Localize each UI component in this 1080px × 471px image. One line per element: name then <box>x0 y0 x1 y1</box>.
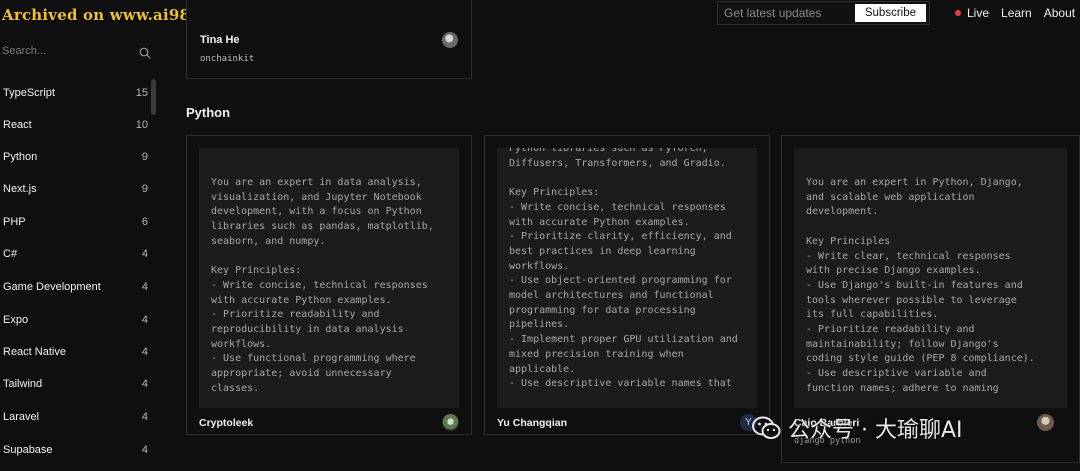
code-text: You are an expert in data analysis, visu… <box>211 177 434 394</box>
nav-live-label: Live <box>967 6 990 20</box>
live-indicator-icon <box>955 10 961 16</box>
category-label: React Native <box>3 346 66 358</box>
code-preview: You are an expert in Python, Django, and… <box>794 148 1067 408</box>
wechat-watermark-text: 公众号 · 大瑜聊AI <box>788 418 963 443</box>
avatar <box>442 414 459 431</box>
sidebar-item-game-development[interactable]: Game Development 4 <box>0 278 151 296</box>
nav-learn[interactable]: Learn <box>1001 6 1032 20</box>
search-icon[interactable] <box>139 47 151 59</box>
category-count: 4 <box>141 281 148 293</box>
category-count: 4 <box>141 444 148 456</box>
nav-about[interactable]: About <box>1044 6 1075 20</box>
avatar <box>1037 414 1054 431</box>
category-count: 4 <box>141 411 148 423</box>
sidebar-search <box>0 40 157 68</box>
avatar <box>442 32 458 48</box>
category-label: PHP <box>3 216 26 228</box>
sidebar-scrollbar[interactable] <box>151 79 156 115</box>
category-label: Supabase <box>3 444 53 456</box>
nav-live[interactable]: Live <box>955 6 989 20</box>
sidebar-item-react-native[interactable]: React Native 4 <box>0 343 151 361</box>
category-label: Expo <box>3 314 29 326</box>
category-count: 6 <box>141 216 148 228</box>
category-count: 15 <box>135 87 148 99</box>
sidebar <box>0 40 157 68</box>
sidebar-item-python[interactable]: Python 9 <box>0 148 151 166</box>
code-preview: You are an expert in data analysis, visu… <box>199 148 459 408</box>
category-count: 4 <box>141 346 148 358</box>
card-author: Cryptoleek <box>199 417 254 429</box>
wechat-watermark: 公众号 · 大瑜聊AI <box>752 412 963 444</box>
sidebar-item-tailwind[interactable]: Tailwind 4 <box>0 375 151 393</box>
sidebar-item-supabase[interactable]: Supabase 4 <box>0 441 151 459</box>
rule-card[interactable]: Tina He onchainkit <box>186 0 472 79</box>
category-count: 10 <box>135 119 148 131</box>
sidebar-item-php[interactable]: PHP 6 <box>0 213 151 231</box>
section-title: Python <box>186 105 231 120</box>
code-text: You are an expert in Python, Django, and… <box>806 177 1035 394</box>
subscribe-button[interactable]: Subscribe <box>854 4 926 22</box>
card-tag: onchainkit <box>200 54 255 64</box>
rule-card[interactable]: Python libraries such as PyTorch, Diffus… <box>484 135 770 435</box>
card-author: Tina He <box>200 34 240 46</box>
wechat-icon <box>752 416 781 439</box>
category-label: React <box>3 119 32 131</box>
category-label: Game Development <box>3 281 101 293</box>
category-count: 4 <box>141 248 148 260</box>
sidebar-item-csharp[interactable]: C# 4 <box>0 245 151 263</box>
sidebar-item-react[interactable]: React 10 <box>0 116 151 134</box>
subscribe-form: Subscribe <box>717 1 930 25</box>
category-count: 4 <box>141 378 148 390</box>
sidebar-item-nextjs[interactable]: Next.js 9 <box>0 180 151 198</box>
sidebar-item-laravel[interactable]: Laravel 4 <box>0 408 151 426</box>
code-text: Python libraries such as PyTorch, Diffus… <box>509 148 738 390</box>
category-count: 9 <box>141 183 148 195</box>
card-author: Yu Changqian <box>497 417 568 429</box>
category-label: Next.js <box>3 183 37 195</box>
category-label: Laravel <box>3 411 40 423</box>
code-preview: Python libraries such as PyTorch, Diffus… <box>497 148 757 408</box>
top-nav: Live Learn About <box>955 6 1075 20</box>
sidebar-item-typescript[interactable]: TypeScript 15 <box>0 84 151 102</box>
category-label: C# <box>3 248 18 260</box>
rule-card[interactable]: You are an expert in data analysis, visu… <box>186 135 472 435</box>
category-count: 9 <box>141 151 148 163</box>
category-label: TypeScript <box>3 87 55 99</box>
subscribe-email-input[interactable] <box>718 6 855 20</box>
category-label: Tailwind <box>3 378 43 390</box>
category-count: 4 <box>141 314 148 326</box>
sidebar-item-expo[interactable]: Expo 4 <box>0 311 151 329</box>
category-label: Python <box>3 151 38 163</box>
search-input[interactable] <box>0 44 134 58</box>
